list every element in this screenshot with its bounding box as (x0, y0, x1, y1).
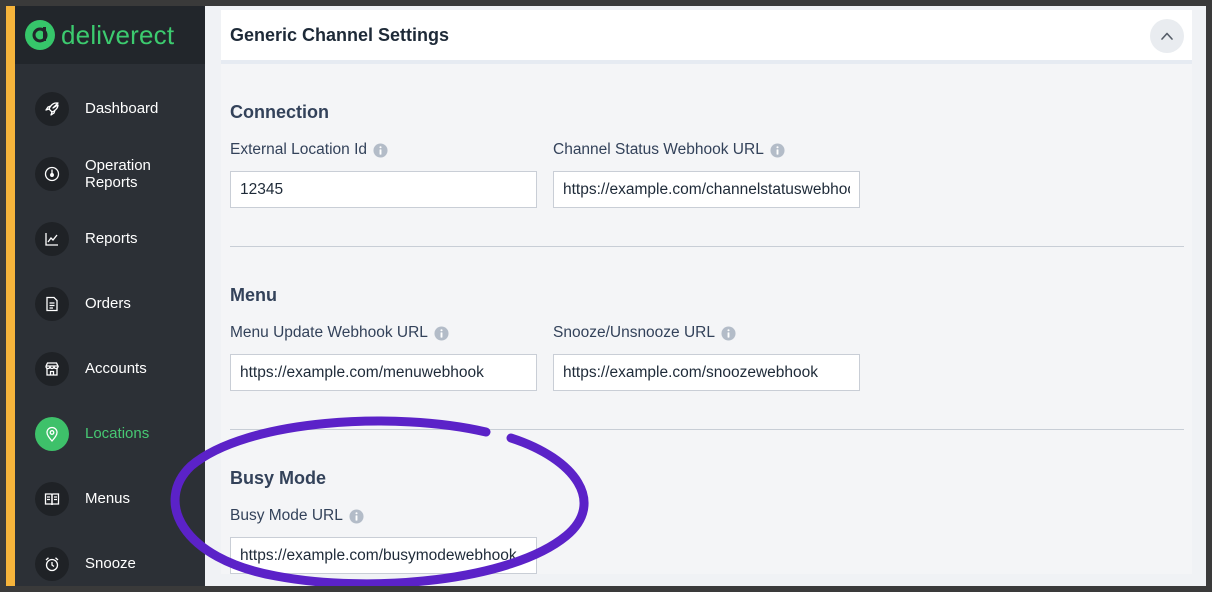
logo[interactable]: deliverect (15, 6, 205, 64)
sidebar-item-label: Locations (85, 425, 150, 442)
chart-line-icon (35, 221, 69, 256)
external-location-id-input[interactable] (230, 171, 537, 208)
field-label: External Location Id (230, 141, 368, 158)
panel-title: Generic Channel Settings (230, 24, 450, 45)
field-label: Busy Mode URL (230, 507, 343, 524)
sidebar-item-dashboard[interactable]: Dashboard (15, 76, 205, 141)
sidebar-item-accounts[interactable]: Accounts (15, 336, 205, 401)
menu-section: Menu Menu Update Webhook URL https://exa… (230, 247, 1184, 430)
external-location-id-field: External Location Id (230, 141, 537, 208)
store-icon (35, 351, 69, 386)
rocket-icon (35, 91, 69, 126)
generic-channel-settings-panel: Generic Channel Settings Connection Exte… (221, 10, 1192, 586)
menu-update-webhook-input[interactable] (230, 354, 537, 391)
sidebar-item-locations[interactable]: Locations (15, 401, 205, 466)
main-content: Generic Channel Settings Connection Exte… (205, 6, 1206, 586)
app-window: deliverect Dashboard Operation Reports R… (6, 6, 1206, 586)
connection-section: Connection External Location Id 12345 Ch… (230, 64, 1184, 247)
info-icon[interactable] (770, 142, 785, 158)
gauge-icon (35, 156, 69, 191)
sidebar-item-label: Snooze (85, 555, 136, 572)
field-label: Channel Status Webhook URL (553, 141, 764, 158)
info-icon[interactable] (721, 325, 736, 341)
info-icon[interactable] (349, 508, 364, 524)
menu-update-webhook-field: Menu Update Webhook URL (230, 324, 537, 391)
snooze-url-input[interactable] (553, 354, 860, 391)
sidebar-item-label: Accounts (85, 360, 147, 377)
sidebar-item-menus[interactable]: Menus (15, 466, 205, 531)
sidebar-item-orders[interactable]: Orders (15, 271, 205, 336)
sidebar-item-operation-reports[interactable]: Operation Reports (15, 141, 205, 206)
sidebar-item-label: Dashboard (85, 100, 159, 117)
info-icon[interactable] (434, 325, 449, 341)
section-title: Menu (230, 285, 277, 305)
sidebar-item-label: Operation Reports (85, 156, 151, 191)
collapse-button[interactable] (1150, 19, 1184, 53)
sidebar-item-label: Menus (85, 490, 131, 507)
document-icon (35, 286, 69, 321)
channel-status-webhook-field: Channel Status Webhook URL (553, 141, 860, 208)
busy-mode-url-field: Busy Mode URL (230, 507, 537, 574)
snooze-url-field: Snooze/Unsnooze URL (553, 324, 860, 391)
busy-mode-section: Busy Mode Busy Mode URL (230, 430, 1184, 574)
sidebar-item-reports[interactable]: Reports (15, 206, 205, 271)
info-icon[interactable] (373, 142, 388, 158)
panel-header[interactable]: Generic Channel Settings (221, 10, 1192, 64)
book-icon (35, 481, 69, 516)
channel-status-webhook-input[interactable] (553, 171, 860, 208)
deliverect-logo-icon (25, 20, 55, 50)
field-label: Menu Update Webhook URL (230, 324, 428, 341)
busy-mode-url-input[interactable] (230, 537, 537, 574)
panel-body: Connection External Location Id 12345 Ch… (221, 64, 1192, 574)
section-title: Busy Mode (230, 468, 327, 488)
sidebar-nav: Dashboard Operation Reports Reports Orde… (15, 64, 205, 586)
sidebar-item-snooze[interactable]: Snooze (15, 531, 205, 586)
chevron-up-icon (1161, 32, 1173, 40)
brand-name: deliverect (61, 19, 175, 50)
sidebar: deliverect Dashboard Operation Reports R… (15, 6, 205, 586)
sidebar-item-label: Reports (85, 230, 138, 247)
alarm-clock-icon (35, 546, 69, 581)
field-label: Snooze/Unsnooze URL (553, 324, 715, 341)
map-pin-icon (35, 416, 69, 451)
accent-bar (6, 6, 15, 586)
section-title: Connection (230, 102, 329, 122)
sidebar-item-label: Orders (85, 295, 131, 312)
